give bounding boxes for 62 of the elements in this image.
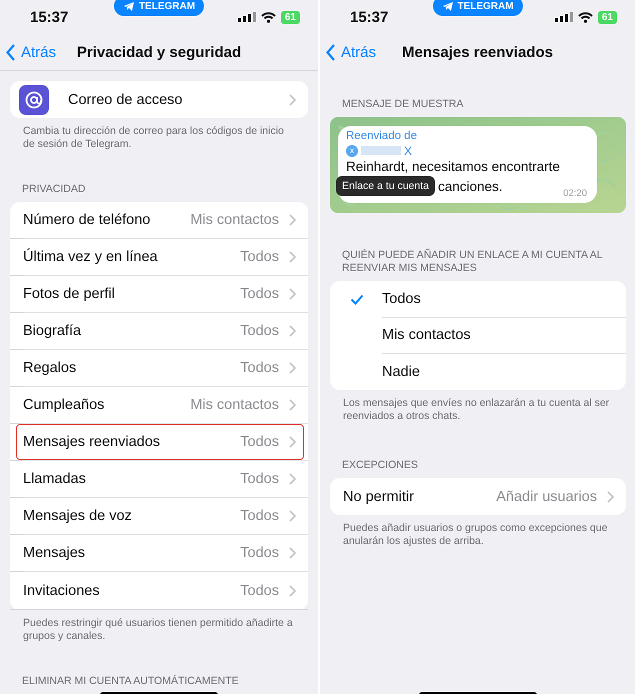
redaction-bar [361,146,401,155]
message-text: canciones. [438,178,503,194]
settings-row[interactable]: Mensajes de voz Todos [10,498,308,535]
settings-row[interactable]: Última vez y en línea Todos [10,239,308,276]
settings-row[interactable]: Mensajes reenviados Todos [10,424,308,461]
paper-plane-icon [122,0,135,12]
settings-row[interactable]: Fotos de perfil Todos [10,276,308,313]
message-text: Reinhardt, necesitamos encontrarte [346,158,561,175]
back-chevron-icon [326,44,336,60]
tooltip: Enlace a tu cuenta [336,176,435,196]
section-header: MENSAJE DE MUESTRA [341,97,464,112]
settings-row[interactable]: Llamadas Todos [10,461,308,498]
settings-row[interactable]: Cumpleaños Mis contactos [10,387,308,424]
chevron-icon [289,362,296,374]
app-pill[interactable]: TELEGRAM [432,0,523,16]
chevron-icon [289,398,296,410]
signal-icon [238,12,256,22]
forwarded-label: Reenviado de [346,129,418,143]
option-row[interactable]: Mis contactos [330,317,626,353]
paper-plane-icon [441,0,454,12]
option-row[interactable]: Todos [330,281,626,317]
battery-indicator: 61 [280,10,300,24]
settings-row[interactable]: Regalos Todos [10,350,308,387]
screen-title: Privacidad y seguridad [76,44,242,60]
signal-icon [554,12,573,22]
settings-row[interactable]: Número de teléfono Mis contactos [10,202,308,239]
settings-row[interactable]: Mensajes Todos [10,535,308,572]
chevron-icon [289,250,296,262]
section-header: EXCEPCIONES [341,458,419,473]
section-footnote: Puedes añadir usuarios o grupos como excepciones que anularán los ajustes de arriba. [342,521,608,548]
chevron-icon [289,288,296,300]
chevron-icon [289,436,296,448]
settings-row[interactable]: No permitir Añadir usuarios [330,478,626,515]
app-pill[interactable]: TELEGRAM [114,0,204,16]
screen-title: Mensajes reenviados [402,44,553,60]
chevron-icon [289,510,296,522]
wifi-icon [578,12,593,22]
section-footnote: Los mensajes que envíes no enlazarán a tu cuenta al ser reenviados a otros chats. [342,396,610,423]
section-header: ELIMINAR MI CUENTA AUTOMÁTICAMENTE [21,674,240,687]
settings-row[interactable]: Biografía Todos [10,313,308,350]
settings-row[interactable]: Invitaciones Todos [10,572,308,610]
chevron-icon [289,584,296,596]
section-header: PRIVACIDAD [21,182,86,197]
option-row[interactable]: Nadie [330,353,626,390]
battery-indicator: 61 [598,10,617,24]
clock-time: 15:37 [350,8,388,26]
section-footnote: Puedes restringir qué usuarios tienen permitido añadirte a grupos y canales. [22,616,294,643]
chevron-icon [289,214,296,226]
at-sign-icon [19,84,49,114]
chevron-icon [289,94,296,106]
chevron-icon [289,546,296,558]
chevron-icon [607,490,614,502]
section-footnote: Cambia tu dirección de correo para los códigos de inicio de sesión de Telegram. [22,124,285,151]
section-header: QUIÉN PUEDE AÑADIR UN ENLACE A MI CUENTA AL REENVIAR MIS MENSAJES [341,248,604,276]
clock-time: 15:37 [30,8,68,26]
settings-row[interactable]: Correo de acceso [10,81,308,118]
chevron-icon [289,324,296,336]
back-chevron-icon [6,44,16,60]
avatar: x [346,144,358,156]
message-time: 02:20 [563,188,587,199]
wifi-icon [260,12,276,22]
chevron-icon [289,472,296,484]
